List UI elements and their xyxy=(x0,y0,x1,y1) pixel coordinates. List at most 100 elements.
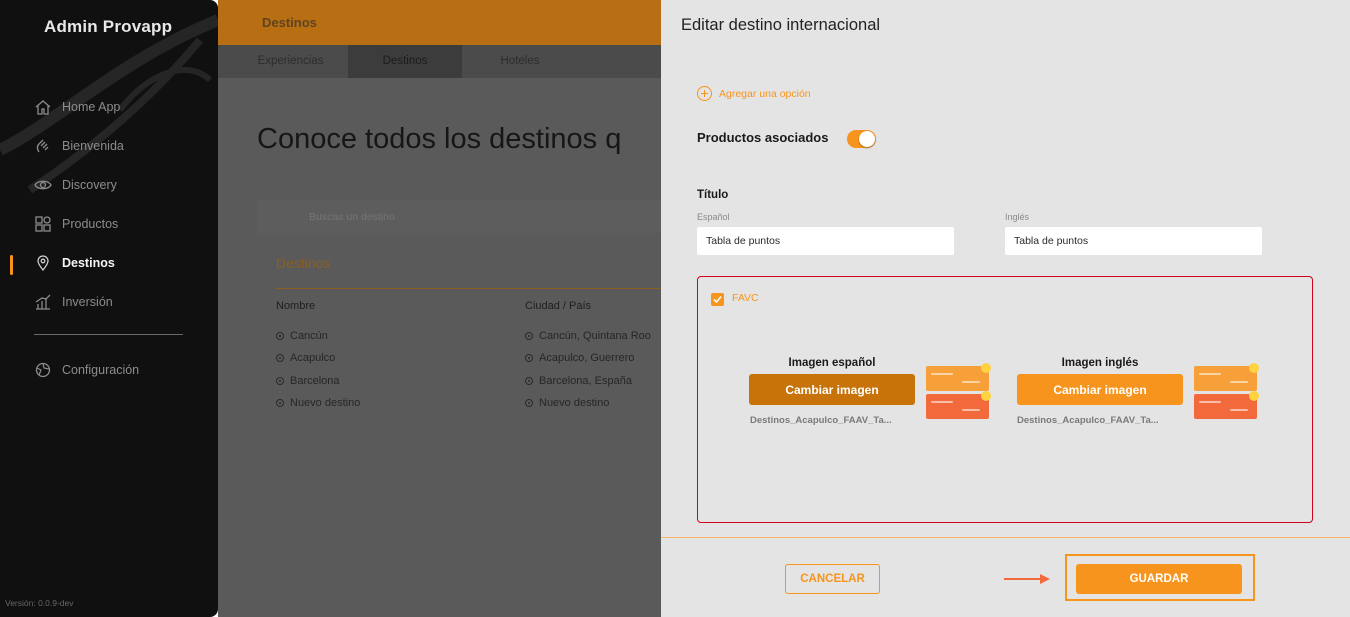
file-name-spanish: Destinos_Acapulco_FAAV_Ta... xyxy=(750,415,892,426)
modal-title: Editar destino internacional xyxy=(681,16,881,34)
add-option-button[interactable]: Agregar una opción xyxy=(697,86,811,101)
bullet-icon xyxy=(276,399,284,407)
eye-icon xyxy=(34,180,52,190)
thumbnail-badge xyxy=(981,363,991,373)
version-text: Versión: 0.0.9-dev xyxy=(5,598,74,608)
change-image-english-button[interactable]: Cambiar imagen xyxy=(1017,374,1183,405)
sidebar-item-configuracion[interactable]: Configuración xyxy=(34,359,139,381)
thumbnail-line xyxy=(962,409,980,411)
destination-city: Barcelona, España xyxy=(539,375,632,387)
list-item[interactable]: Acapulco xyxy=(276,352,335,364)
english-label: Inglés xyxy=(1005,212,1030,222)
sidebar-item-productos[interactable]: Productos xyxy=(34,213,118,235)
bullet-icon xyxy=(525,354,533,362)
sidebar-item-inversion[interactable]: Inversión xyxy=(34,291,113,313)
sidebar-item-label: Discovery xyxy=(62,178,117,192)
sidebar-item-bienvenida[interactable]: Bienvenida xyxy=(34,135,124,157)
home-icon xyxy=(35,100,51,115)
add-circle-icon xyxy=(697,86,712,101)
sidebar-item-label: Inversión xyxy=(62,295,113,309)
sidebar-item-discovery[interactable]: Discovery xyxy=(34,174,117,196)
list-item: Nuevo destino xyxy=(525,397,609,409)
image-spanish-title: Imagen español xyxy=(788,357,876,369)
products-toggle[interactable] xyxy=(847,130,876,148)
bullet-icon xyxy=(276,377,284,385)
app-brand: Admin Provapp xyxy=(44,17,173,36)
favc-label: FAVC xyxy=(732,292,759,304)
thumbnail-line xyxy=(1230,381,1248,383)
image-thumbnail-spanish[interactable] xyxy=(926,363,991,420)
section-title: Destinos xyxy=(276,255,331,271)
sidebar-item-label: Destinos xyxy=(62,256,115,270)
thumbnail-badge xyxy=(1249,391,1259,401)
list-item[interactable]: Barcelona xyxy=(276,375,340,387)
sidebar-item-label: Productos xyxy=(62,217,119,231)
destination-city: Acapulco, Guerrero xyxy=(539,352,635,364)
bullet-icon xyxy=(525,399,533,407)
bullet-icon xyxy=(276,332,284,340)
change-image-spanish-button[interactable]: Cambiar imagen xyxy=(749,374,915,405)
thumbnail-card xyxy=(1194,366,1257,391)
sidebar-item-home-app[interactable]: Home App xyxy=(34,96,120,118)
bullet-icon xyxy=(276,354,284,362)
cancel-button[interactable]: CANCELAR xyxy=(785,564,880,594)
thumbnail-line xyxy=(1199,401,1221,403)
thumbnail-badge xyxy=(1249,363,1259,373)
destination-name: Acapulco xyxy=(290,352,336,364)
column-header-nombre: Nombre xyxy=(276,300,316,312)
wave-hand-icon xyxy=(36,139,49,153)
thumbnail-line xyxy=(1230,409,1248,411)
grid-icon xyxy=(35,216,51,232)
section-divider xyxy=(276,288,661,289)
save-button[interactable]: GUARDAR xyxy=(1076,564,1242,594)
topbar-title: Destinos xyxy=(262,15,317,30)
title-spanish-input[interactable] xyxy=(697,227,954,255)
spanish-label: Español xyxy=(697,212,730,222)
page-title: Conoce todos los destinos q xyxy=(257,123,622,155)
file-name-english: Destinos_Acapulco_FAAV_Ta... xyxy=(1017,415,1159,426)
list-item: Cancún, Quintana Roo xyxy=(525,330,651,342)
column-header-ciudad: Ciudad / País xyxy=(525,300,592,312)
toggle-knob xyxy=(859,131,875,147)
active-indicator xyxy=(10,255,13,275)
list-item: Barcelona, España xyxy=(525,375,632,387)
sidebar-item-label: Home App xyxy=(62,100,121,114)
destination-name: Barcelona xyxy=(290,375,340,387)
tabs-bar: Experiencias Destinos Hoteles xyxy=(218,45,661,78)
list-item: Acapulco, Guerrero xyxy=(525,352,634,364)
bar-chart-icon xyxy=(35,294,51,310)
search-bar xyxy=(257,194,661,236)
arrow-right-icon xyxy=(1004,574,1050,584)
add-option-label: Agregar una opción xyxy=(719,87,811,100)
favc-checkbox[interactable] xyxy=(711,293,724,306)
gear-icon xyxy=(35,362,51,378)
products-label: Productos asociados xyxy=(697,130,829,145)
tab-destinos[interactable]: Destinos xyxy=(348,45,462,78)
topbar: Destinos xyxy=(218,0,661,45)
title-english-input[interactable] xyxy=(1005,227,1262,255)
edit-destination-modal: Editar destino internacional Agregar una… xyxy=(661,0,1350,617)
sidebar-item-destinos[interactable]: Destinos xyxy=(34,252,115,274)
list-item[interactable]: Cancún xyxy=(276,330,328,342)
tab-hoteles[interactable]: Hoteles xyxy=(470,45,570,78)
sidebar-divider xyxy=(34,334,183,335)
image-thumbnail-english[interactable] xyxy=(1194,363,1259,420)
thumbnail-line xyxy=(962,381,980,383)
modal-footer-divider xyxy=(661,537,1350,538)
destination-name: Nuevo destino xyxy=(290,397,361,409)
titulo-label: Título xyxy=(697,189,729,201)
image-english-title: Imagen inglés xyxy=(1061,357,1139,369)
check-icon xyxy=(713,295,722,304)
thumbnail-card xyxy=(1194,394,1257,419)
favc-section: FAVC Imagen español Cambiar imagen Desti… xyxy=(697,276,1313,523)
location-pin-icon xyxy=(37,255,49,272)
thumbnail-card xyxy=(926,366,989,391)
search-input[interactable] xyxy=(257,200,661,233)
sidebar-item-label: Configuración xyxy=(62,363,140,377)
bullet-icon xyxy=(525,332,533,340)
tab-experiencias[interactable]: Experiencias xyxy=(240,45,341,78)
thumbnail-line xyxy=(1199,373,1221,375)
list-item[interactable]: Nuevo destino xyxy=(276,397,360,409)
sidebar: Admin Provapp Home App Bienvenida Discov… xyxy=(0,0,218,617)
sidebar-item-label: Bienvenida xyxy=(62,139,124,153)
